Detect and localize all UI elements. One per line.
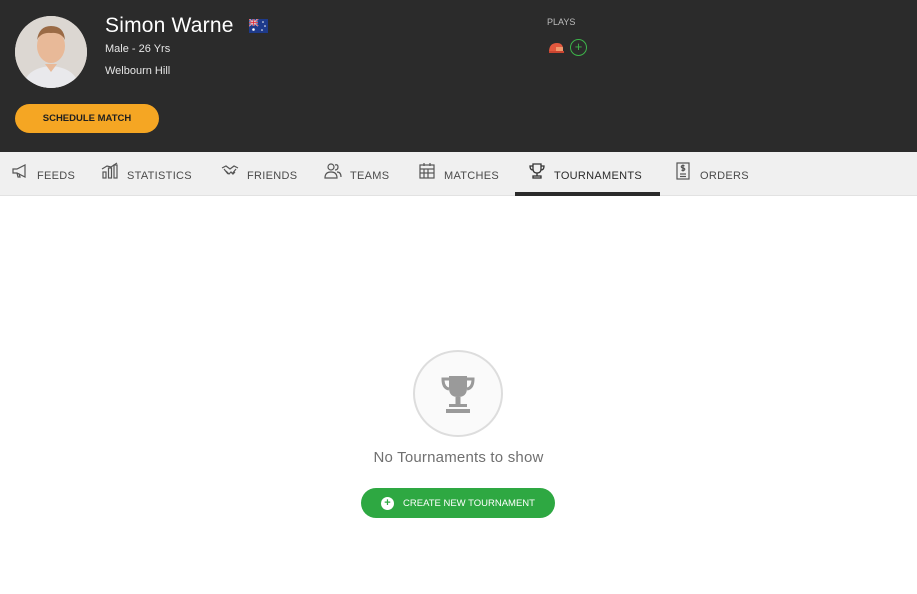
tab-statistics-label: STATISTICS bbox=[127, 169, 192, 182]
profile-tabs: FEEDS STATISTICS FRIENDS TEAMS MATCHES T… bbox=[0, 152, 917, 196]
schedule-match-button[interactable]: SCHEDULE MATCH bbox=[15, 104, 159, 133]
tab-tournaments-label: TOURNAMENTS bbox=[554, 169, 643, 182]
tab-teams-label: TEAMS bbox=[350, 169, 390, 182]
plus-circle-icon[interactable]: + bbox=[570, 39, 587, 56]
cricket-icon bbox=[549, 43, 564, 53]
tab-orders[interactable]: ORDERS bbox=[674, 152, 749, 196]
megaphone-icon bbox=[12, 164, 26, 178]
receipt-icon bbox=[676, 162, 690, 180]
tab-orders-label: ORDERS bbox=[700, 169, 749, 182]
calendar-icon bbox=[419, 163, 435, 179]
trophy-icon bbox=[441, 375, 475, 413]
profile-gender-age: Male - 26 Yrs bbox=[105, 43, 171, 55]
plays-label: PLAYS bbox=[547, 17, 576, 27]
handshake-icon bbox=[221, 165, 239, 175]
tab-teams[interactable]: TEAMS bbox=[324, 152, 389, 196]
trophy-icon bbox=[529, 163, 545, 179]
tab-friends-label: FRIENDS bbox=[247, 169, 298, 182]
tab-matches[interactable]: MATCHES bbox=[418, 152, 499, 196]
profile-header: Simon Warne Male - 26 Yrs Welbourn Hill … bbox=[0, 0, 917, 152]
empty-state-message: No Tournaments to show bbox=[373, 449, 544, 466]
australia-flag-icon bbox=[249, 19, 268, 33]
avatar[interactable] bbox=[15, 16, 87, 88]
empty-state: No Tournaments to show + CREATE NEW TOUR… bbox=[0, 196, 917, 594]
tab-feeds[interactable]: FEEDS bbox=[11, 152, 75, 196]
plus-icon: + bbox=[381, 496, 395, 510]
profile-location: Welbourn Hill bbox=[105, 65, 171, 77]
create-new-tournament-button[interactable]: + CREATE NEW TOURNAMENT bbox=[361, 488, 555, 518]
create-new-tournament-label: CREATE NEW TOURNAMENT bbox=[403, 497, 535, 509]
empty-state-trophy bbox=[413, 350, 503, 437]
tab-matches-label: MATCHES bbox=[444, 169, 500, 182]
profile-name: Simon Warne bbox=[105, 14, 234, 37]
tab-feeds-label: FEEDS bbox=[37, 169, 76, 182]
chart-icon bbox=[101, 162, 118, 179]
tab-tournaments[interactable]: TOURNAMENTS bbox=[528, 152, 642, 196]
users-icon bbox=[324, 163, 342, 179]
tab-statistics[interactable]: STATISTICS bbox=[101, 152, 192, 196]
tab-friends[interactable]: FRIENDS bbox=[221, 152, 297, 196]
